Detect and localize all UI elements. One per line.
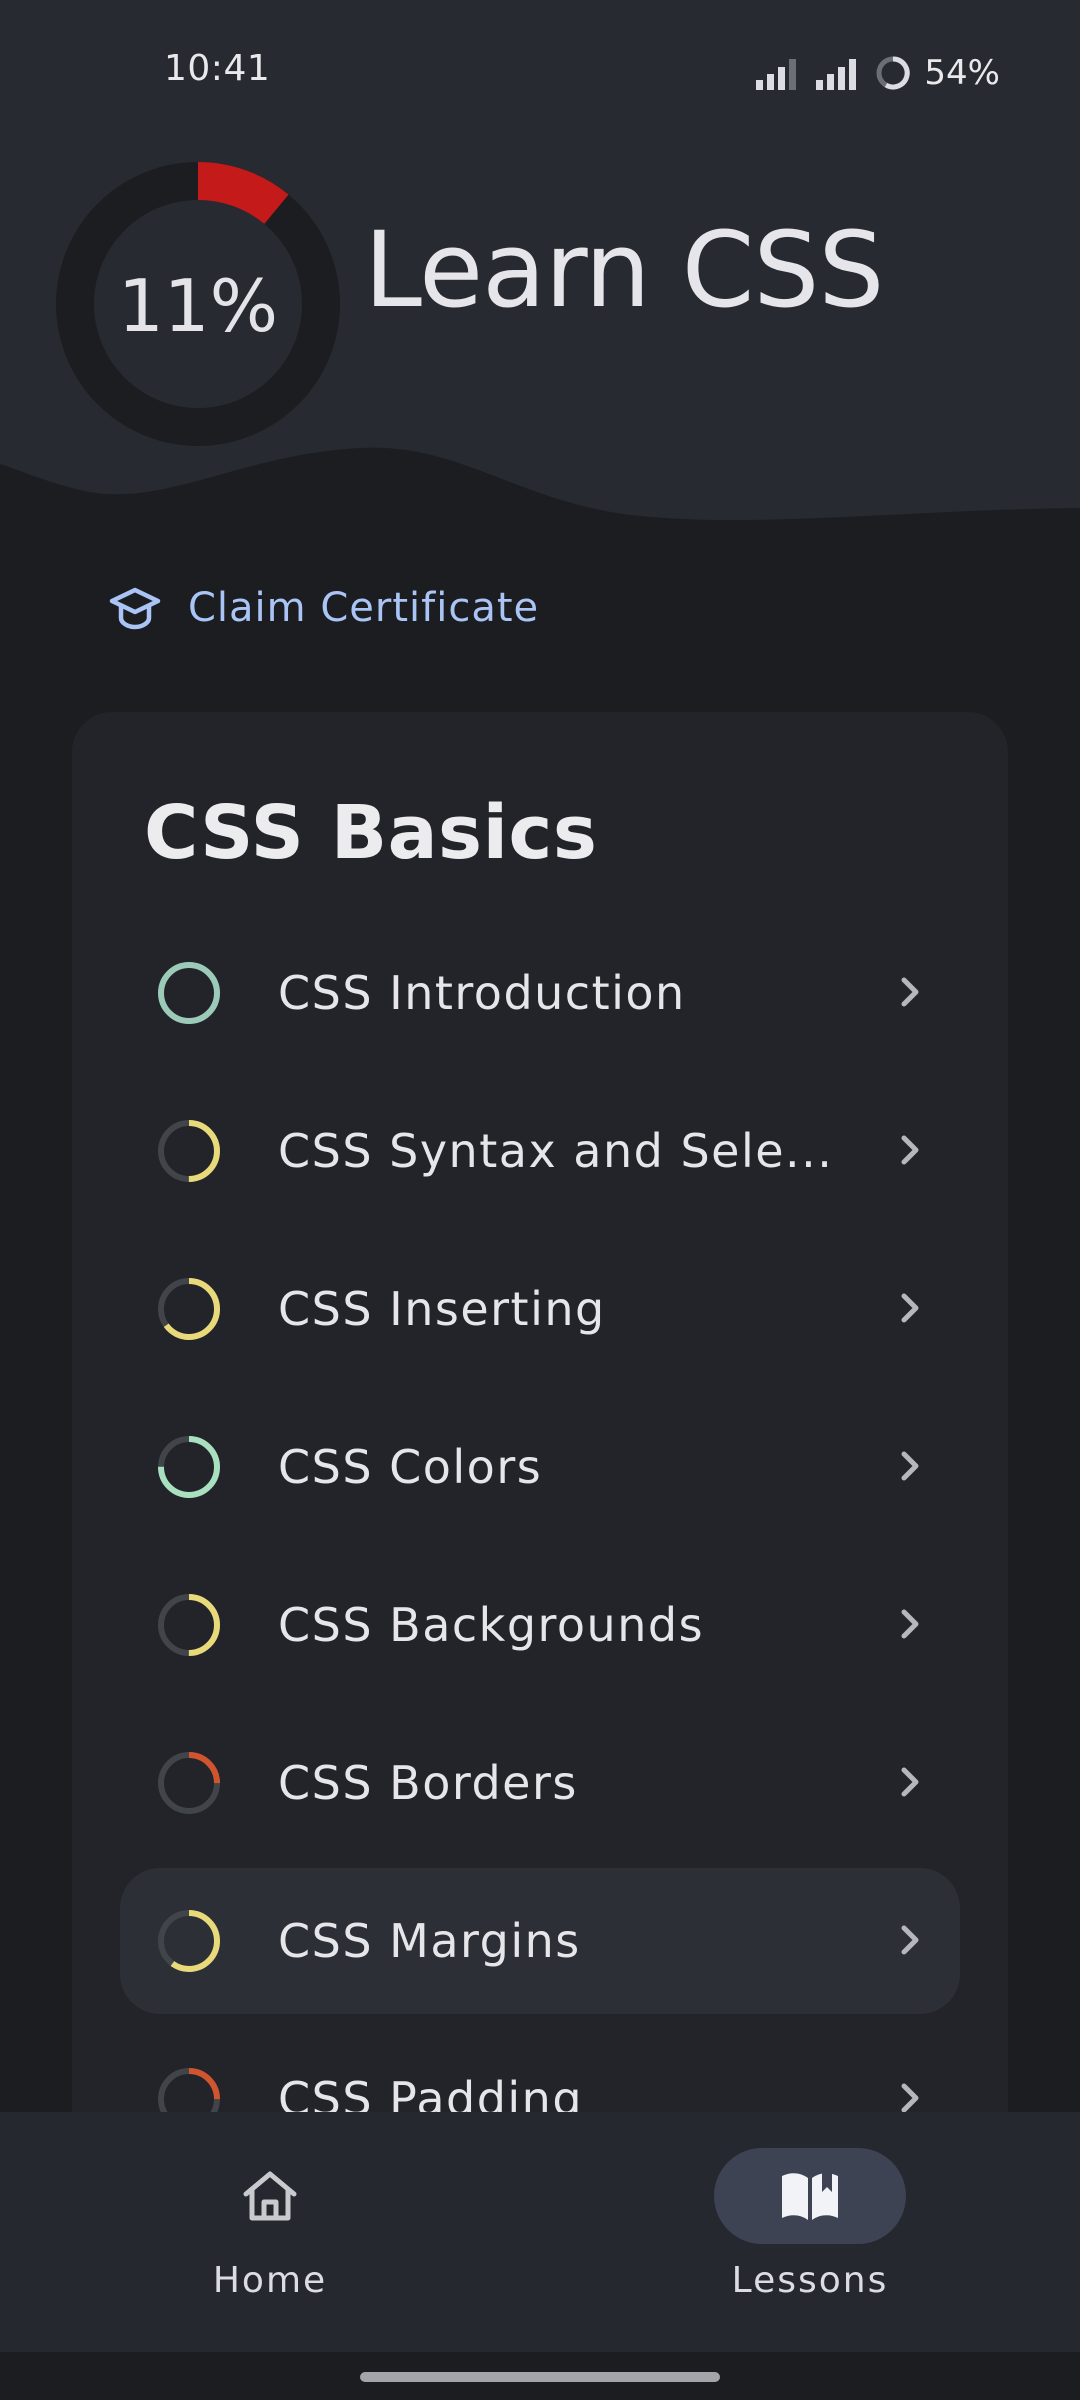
chevron-right-icon <box>901 1609 919 1639</box>
chevron-right-icon <box>901 1767 919 1797</box>
app-screen: 10:41 54% 11% Learn CSS Claim Certificat… <box>0 0 1080 2400</box>
lesson-label: CSS Inserting <box>278 1282 606 1336</box>
battery-icon <box>876 56 911 90</box>
lesson-label: CSS Syntax and Sele... <box>278 1124 834 1178</box>
lesson-progress-ring-icon <box>158 1278 220 1340</box>
home-icon <box>243 2171 297 2221</box>
lesson-progress-ring-icon <box>158 1752 220 1814</box>
signal-strength-icon-2 <box>816 59 857 90</box>
signal-strength-icon <box>756 59 797 90</box>
chevron-right-icon <box>901 977 919 1007</box>
nav-item-lessons[interactable]: Lessons <box>540 2112 1080 2352</box>
nav-label-home: Home <box>212 2260 328 2301</box>
lesson-item[interactable]: CSS Introduction <box>120 920 960 1066</box>
nav-item-home[interactable]: Home <box>0 2112 540 2352</box>
system-gesture-area <box>0 2352 1080 2400</box>
lesson-item[interactable]: CSS Inserting <box>120 1236 960 1382</box>
nav-label-lessons: Lessons <box>731 2260 889 2301</box>
overall-progress-label: 11% <box>117 264 279 348</box>
lesson-progress-ring-icon <box>158 1910 220 1972</box>
graduation-cap-icon <box>109 587 161 630</box>
lesson-progress-ring-icon <box>158 962 220 1024</box>
book-icon <box>782 2170 838 2220</box>
lesson-progress-ring-icon <box>158 1436 220 1498</box>
lesson-label: CSS Backgrounds <box>278 1598 705 1652</box>
chevron-right-icon <box>901 1293 919 1323</box>
lesson-progress-ring-icon <box>158 1120 220 1182</box>
status-icons: 54% <box>754 50 1000 96</box>
lesson-item[interactable]: CSS Syntax and Sele... <box>120 1078 960 1224</box>
chevron-right-icon <box>901 1925 919 1955</box>
lesson-label: CSS Colors <box>278 1440 543 1494</box>
battery-percentage: 54% <box>924 53 1000 93</box>
status-time: 10:41 <box>164 48 271 89</box>
lesson-label: CSS Margins <box>278 1914 581 1968</box>
page-title: Learn CSS <box>364 209 884 331</box>
lesson-item[interactable]: CSS Colors <box>120 1394 960 1540</box>
lesson-item[interactable]: CSS Backgrounds <box>120 1552 960 1698</box>
section-title: CSS Basics <box>144 790 598 876</box>
claim-certificate-label: Claim Certificate <box>188 585 540 631</box>
bottom-navigation: Home Lessons <box>0 2112 1080 2352</box>
status-bar: 10:41 54% <box>0 0 1080 140</box>
lesson-item[interactable]: CSS Margins <box>120 1868 960 2014</box>
lesson-label: CSS Borders <box>278 1756 578 1810</box>
lesson-progress-ring-icon <box>158 1594 220 1656</box>
lesson-list: CSS Introduction CSS Syntax and Sele... CS… <box>120 920 960 2184</box>
chevron-right-icon <box>901 1135 919 1165</box>
chevron-right-icon <box>901 1451 919 1481</box>
lesson-label: CSS Introduction <box>278 966 686 1020</box>
lesson-item[interactable]: CSS Borders <box>120 1710 960 1856</box>
claim-certificate-link[interactable]: Claim Certificate <box>108 578 539 638</box>
gesture-handle[interactable] <box>360 2372 720 2382</box>
